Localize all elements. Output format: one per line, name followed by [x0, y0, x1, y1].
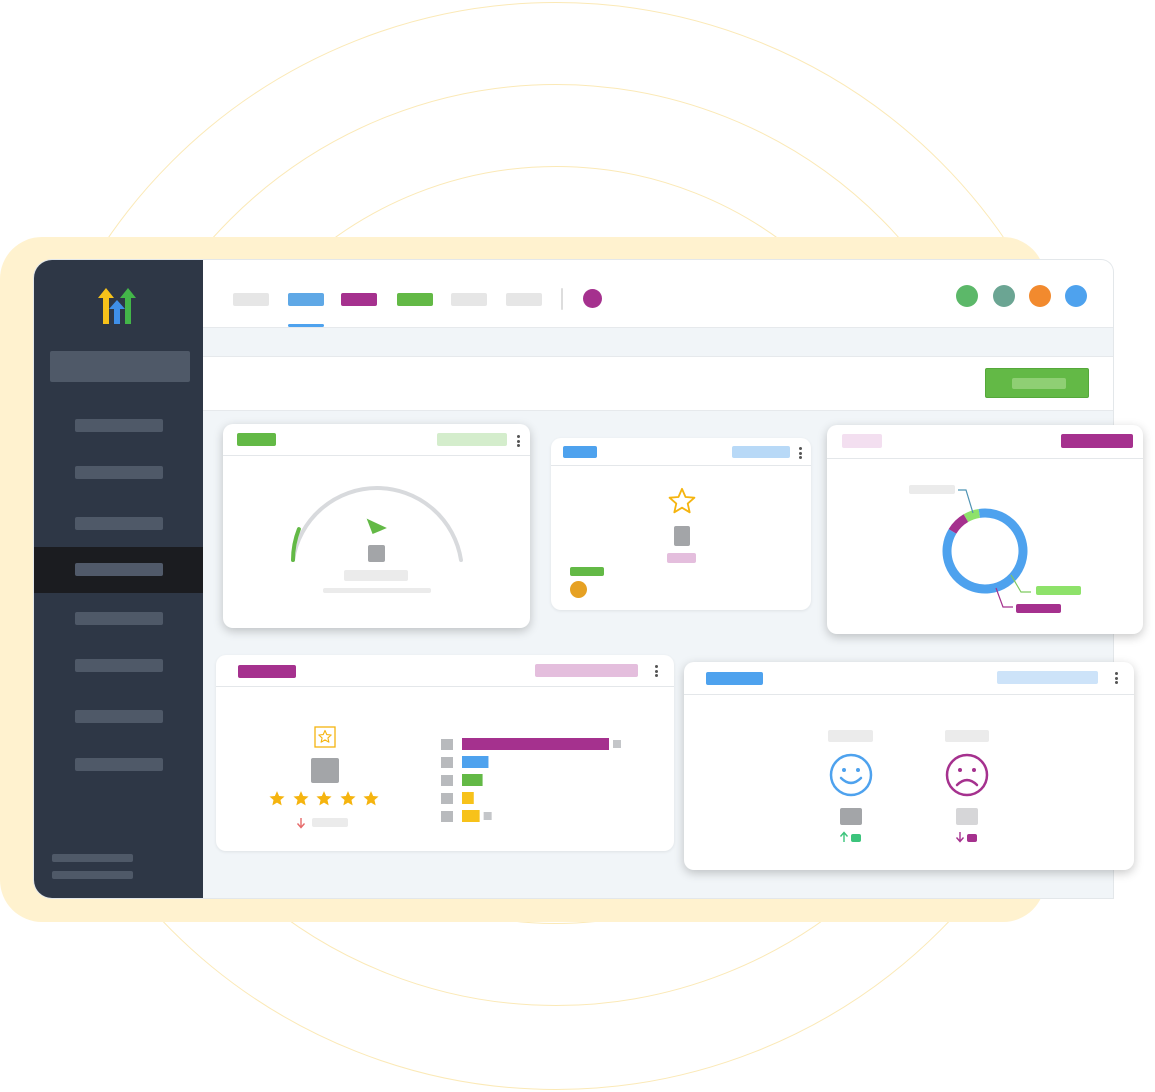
bar-row-marker [441, 793, 453, 804]
bar-row-marker [441, 775, 453, 786]
sentiment-widget [684, 662, 1134, 870]
widget-filter-tag[interactable] [732, 446, 790, 458]
trend-down-arrow-icon [955, 832, 965, 843]
sidebar-item-4-active[interactable] [34, 547, 203, 593]
sidebar-item-label [75, 517, 163, 530]
widget-title-tag [563, 446, 597, 458]
positive-trend-value [851, 834, 861, 842]
gauge-subcaption [323, 588, 431, 593]
distribution-bar-3 [462, 774, 483, 786]
avatar-orange[interactable] [1029, 285, 1051, 307]
sidebar-item-7[interactable] [34, 694, 203, 740]
star-icon [668, 487, 696, 514]
sidebar-item-label [75, 710, 163, 723]
donut-segment-3 [963, 508, 981, 523]
primary-action-button[interactable] [985, 368, 1089, 398]
donut-green-label [1036, 586, 1081, 595]
leader-line-top [958, 489, 974, 514]
active-tab-underline [288, 324, 324, 327]
bar-count-label [613, 740, 621, 748]
location-switcher[interactable] [50, 351, 190, 382]
bar-row-marker [441, 757, 453, 768]
widget-title-tag [706, 672, 763, 685]
positive-label [828, 730, 873, 742]
pointer-icon [366, 518, 387, 534]
bar-count-label [483, 812, 492, 820]
tab-2-active[interactable] [288, 293, 324, 306]
sidebar-item-3[interactable] [34, 501, 203, 547]
sidebar-item-5[interactable] [34, 596, 203, 642]
more-menu-icon[interactable] [799, 447, 802, 461]
more-menu-icon[interactable] [1115, 672, 1118, 686]
bar-row-marker [441, 739, 453, 750]
trend-up-arrow-icon [839, 831, 849, 842]
negative-label [945, 730, 989, 742]
sidebar-footer-line-2[interactable] [52, 871, 133, 879]
app-logo-icon[interactable] [96, 286, 140, 326]
rating-widget [551, 438, 811, 610]
toolbar [203, 356, 1113, 411]
donut-segment-2 [948, 514, 969, 534]
distribution-bar-5 [462, 810, 480, 822]
sidebar-item-label [75, 466, 163, 479]
reviews-widget [216, 655, 674, 851]
avatar-green[interactable] [956, 285, 978, 307]
tab-5[interactable] [451, 293, 487, 306]
rating-value [674, 526, 690, 546]
negative-value [956, 808, 978, 825]
avatar-teal[interactable] [993, 285, 1015, 307]
sidebar-item-8[interactable] [34, 742, 203, 788]
status-dot[interactable] [583, 289, 602, 308]
sidebar-footer-line-1[interactable] [52, 854, 133, 862]
rating-label [667, 553, 696, 563]
sidebar-item-label [75, 758, 163, 771]
gauge-caption [344, 570, 408, 581]
legend-dot-orange [570, 581, 587, 598]
donut-purple-label [1016, 604, 1061, 613]
sidebar-item-2[interactable] [34, 450, 203, 496]
positive-value [840, 808, 862, 825]
gauge-widget [223, 424, 530, 628]
smile-icon [829, 753, 873, 797]
donut-chart [942, 489, 1031, 608]
sidebar-item-label [75, 419, 163, 432]
donut-top-label [909, 485, 955, 494]
sidebar-item-label [75, 659, 163, 672]
sidebar-item-1[interactable] [34, 403, 203, 449]
tab-divider [561, 288, 563, 310]
gauge-chart [291, 486, 463, 562]
avatar-blue[interactable] [1065, 285, 1087, 307]
widget-header-divider [684, 694, 1134, 695]
top-navbar [203, 260, 1113, 328]
bar-row-marker [441, 811, 453, 822]
primary-action-button-label [1012, 378, 1066, 389]
gauge-value [368, 545, 385, 562]
rating-distribution-chart [441, 738, 621, 822]
frown-icon [945, 753, 989, 797]
sidebar [34, 260, 203, 898]
sidebar-item-label [75, 612, 163, 625]
distribution-bar-1 [462, 738, 609, 750]
sidebar-item-label [75, 563, 163, 576]
negative-trend-value [967, 834, 977, 842]
donut-widget [827, 425, 1143, 634]
tab-4[interactable] [397, 293, 433, 306]
legend-tag [570, 567, 604, 576]
widget-filter-tag[interactable] [997, 671, 1098, 684]
tab-3[interactable] [341, 293, 377, 306]
distribution-bar-4 [462, 792, 474, 804]
distribution-bar-2 [462, 756, 489, 768]
tab-1[interactable] [233, 293, 269, 306]
sidebar-item-6[interactable] [34, 643, 203, 689]
tab-6[interactable] [506, 293, 542, 306]
widget-header-divider [551, 465, 811, 466]
